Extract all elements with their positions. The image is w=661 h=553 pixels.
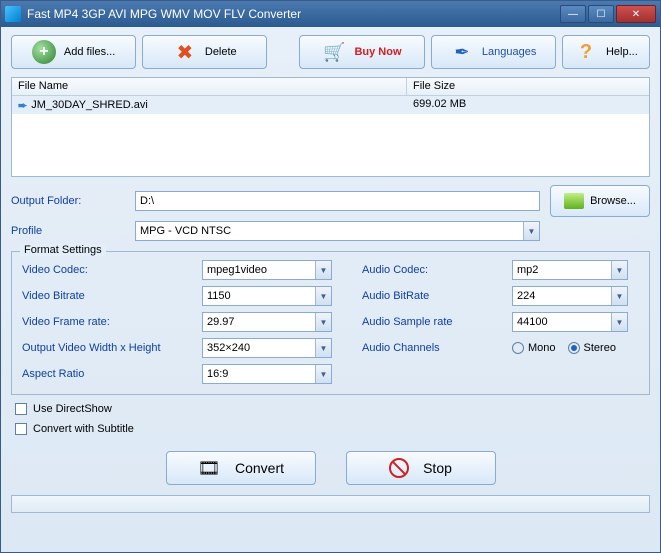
chevron-down-icon[interactable]: ▼ <box>611 287 627 305</box>
convert-button[interactable]: Convert <box>166 451 316 485</box>
checkbox-icon <box>15 423 27 435</box>
directshow-check-row[interactable]: Use DirectShow <box>15 403 650 415</box>
stop-label: Stop <box>423 460 452 476</box>
video-bitrate-combo[interactable]: 1150▼ <box>202 286 332 306</box>
aspect-ratio-combo[interactable]: 16:9▼ <box>202 364 332 384</box>
file-row-size: 699.02 MB <box>407 96 649 114</box>
audio-sample-label: Audio Sample rate <box>362 316 512 328</box>
add-icon <box>32 40 56 64</box>
pen-icon <box>450 40 474 64</box>
audio-bitrate-combo[interactable]: 224▼ <box>512 286 628 306</box>
audio-channels-label: Audio Channels <box>362 342 512 354</box>
output-folder-row: Output Folder: Browse... <box>11 185 650 217</box>
stop-button[interactable]: Stop <box>346 451 496 485</box>
file-list[interactable]: File Name File Size ➨ JM_30DAY_SHRED.avi… <box>11 77 650 177</box>
profile-value: MPG - VCD NTSC <box>136 225 523 237</box>
output-folder-label: Output Folder: <box>11 195 131 207</box>
file-row[interactable]: ➨ JM_30DAY_SHRED.avi 699.02 MB <box>12 96 649 114</box>
stereo-radio[interactable]: Stereo <box>568 342 616 354</box>
titlebar: Fast MP4 3GP AVI MPG WMV MOV FLV Convert… <box>1 1 660 27</box>
buy-now-label: Buy Now <box>354 46 401 58</box>
arrow-icon: ➨ <box>18 99 27 112</box>
chevron-down-icon[interactable]: ▼ <box>315 339 331 357</box>
audio-codec-combo[interactable]: mp2▼ <box>512 260 628 280</box>
chevron-down-icon[interactable]: ▼ <box>315 261 331 279</box>
close-button[interactable]: ✕ <box>616 5 656 23</box>
header-filesize[interactable]: File Size <box>407 78 649 95</box>
help-label: Help... <box>606 46 638 58</box>
add-files-button[interactable]: Add files... <box>11 35 136 69</box>
maximize-button[interactable]: ☐ <box>588 5 614 23</box>
convert-label: Convert <box>235 460 284 476</box>
delete-label: Delete <box>205 46 237 58</box>
action-row: Convert Stop <box>1 451 660 485</box>
format-settings-group: Format Settings Video Codec: mpeg1video▼… <box>11 251 650 395</box>
film-icon <box>197 458 221 478</box>
app-icon <box>5 6 21 22</box>
add-files-label: Add files... <box>64 46 115 58</box>
buy-now-button[interactable]: Buy Now <box>299 35 424 69</box>
status-bar <box>11 495 650 513</box>
file-name-text: JM_30DAY_SHRED.avi <box>31 99 148 111</box>
file-row-name: ➨ JM_30DAY_SHRED.avi <box>12 96 407 114</box>
toolbar: Add files... Delete Buy Now Languages He… <box>1 27 660 77</box>
video-codec-label: Video Codec: <box>22 264 202 276</box>
profile-row: Profile MPG - VCD NTSC ▼ <box>11 221 650 241</box>
chevron-down-icon[interactable]: ▼ <box>523 222 539 240</box>
minimize-button[interactable]: — <box>560 5 586 23</box>
radio-icon <box>568 342 580 354</box>
window-title: Fast MP4 3GP AVI MPG WMV MOV FLV Convert… <box>27 7 560 21</box>
audio-sample-combo[interactable]: 44100▼ <box>512 312 628 332</box>
audio-bitrate-label: Audio BitRate <box>362 290 512 302</box>
video-size-label: Output Video Width x Height <box>22 342 202 354</box>
radio-icon <box>512 342 524 354</box>
help-icon <box>574 40 598 64</box>
output-folder-input[interactable] <box>135 191 540 211</box>
format-legend: Format Settings <box>20 244 106 256</box>
header-filename[interactable]: File Name <box>12 78 407 95</box>
chevron-down-icon[interactable]: ▼ <box>611 261 627 279</box>
video-framerate-label: Video Frame rate: <box>22 316 202 328</box>
app-window: Fast MP4 3GP AVI MPG WMV MOV FLV Convert… <box>0 0 661 553</box>
settings-grid: Video Codec: mpeg1video▼ Audio Codec: mp… <box>22 260 639 384</box>
chevron-down-icon[interactable]: ▼ <box>315 287 331 305</box>
folder-icon <box>564 193 584 209</box>
subtitle-label: Convert with Subtitle <box>33 423 134 435</box>
video-codec-combo[interactable]: mpeg1video▼ <box>202 260 332 280</box>
cart-icon <box>322 40 346 64</box>
chevron-down-icon[interactable]: ▼ <box>315 313 331 331</box>
video-size-combo[interactable]: 352×240▼ <box>202 338 332 358</box>
checkbox-icon <box>15 403 27 415</box>
audio-channels-radios: Mono Stereo <box>512 342 628 354</box>
window-controls: — ☐ ✕ <box>560 5 656 23</box>
browse-button[interactable]: Browse... <box>550 185 650 217</box>
stop-icon <box>389 458 409 478</box>
profile-combo[interactable]: MPG - VCD NTSC ▼ <box>135 221 540 241</box>
chevron-down-icon[interactable]: ▼ <box>315 365 331 383</box>
profile-label: Profile <box>11 225 131 237</box>
browse-label: Browse... <box>590 195 636 207</box>
delete-icon <box>173 40 197 64</box>
chevron-down-icon[interactable]: ▼ <box>611 313 627 331</box>
help-button[interactable]: Help... <box>562 35 650 69</box>
aspect-ratio-label: Aspect Ratio <box>22 368 202 380</box>
subtitle-check-row[interactable]: Convert with Subtitle <box>15 423 650 435</box>
file-list-header: File Name File Size <box>12 78 649 96</box>
video-bitrate-label: Video Bitrate <box>22 290 202 302</box>
video-framerate-combo[interactable]: 29.97▼ <box>202 312 332 332</box>
languages-button[interactable]: Languages <box>431 35 556 69</box>
languages-label: Languages <box>482 46 536 58</box>
audio-codec-label: Audio Codec: <box>362 264 512 276</box>
mono-radio[interactable]: Mono <box>512 342 556 354</box>
directshow-label: Use DirectShow <box>33 403 112 415</box>
delete-button[interactable]: Delete <box>142 35 267 69</box>
